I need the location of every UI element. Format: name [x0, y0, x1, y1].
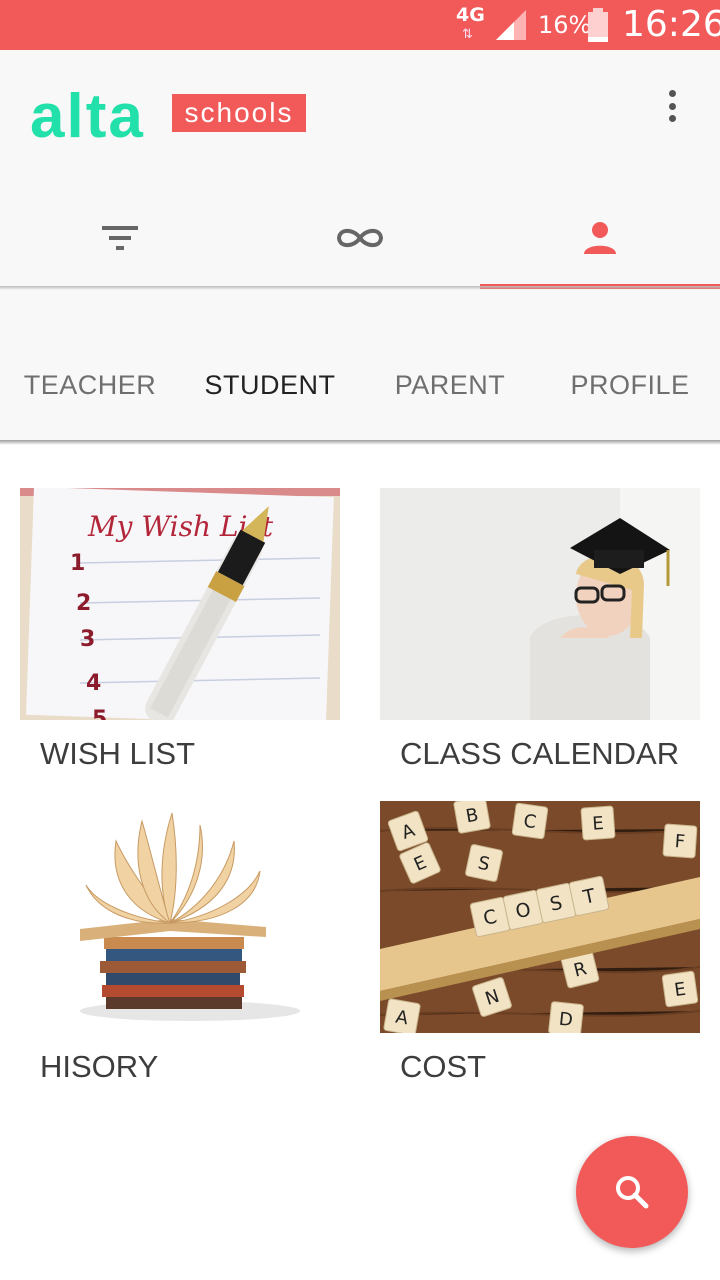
- search-icon: [616, 1176, 649, 1209]
- overflow-menu-button[interactable]: [656, 86, 688, 126]
- status-bar: 4G ⇅ 16% 16:26: [0, 0, 720, 50]
- card-history[interactable]: HISORY: [20, 801, 340, 1085]
- signal-icon: [496, 10, 526, 40]
- scrabble-tile: T: [568, 875, 610, 917]
- scrabble-tile: F: [662, 823, 698, 859]
- card-label: HISORY: [40, 1049, 159, 1084]
- svg-text:1: 1: [70, 551, 85, 576]
- tab-profile[interactable]: PROFILE: [540, 370, 720, 401]
- more-vert-icon: [668, 90, 676, 97]
- svg-text:5: 5: [92, 707, 107, 720]
- card-label: CLASS CALENDAR: [400, 736, 680, 771]
- scrabble-tile: E: [661, 970, 699, 1008]
- svg-text:2: 2: [76, 591, 91, 616]
- svg-text:E: E: [592, 813, 605, 835]
- data-arrows-icon: ⇅: [462, 26, 473, 41]
- battery-icon: [588, 8, 608, 42]
- logo-wordmark: alta: [30, 82, 145, 151]
- svg-text:4: 4: [86, 671, 101, 696]
- svg-text:F: F: [674, 831, 686, 853]
- network-type: 4G: [456, 4, 485, 26]
- wish-list-image: My Wish List 1 2 3 4 5: [20, 488, 340, 720]
- tab-parent[interactable]: PARENT: [360, 370, 540, 401]
- scrabble-tile: B: [453, 801, 491, 834]
- tab-infinity[interactable]: [240, 190, 480, 286]
- svg-text:D: D: [558, 1009, 574, 1031]
- tab-filter[interactable]: [0, 190, 240, 286]
- scrabble-tile: A: [383, 998, 421, 1033]
- infinity-icon: [336, 228, 384, 248]
- clock: 16:26: [622, 4, 720, 45]
- tab-teacher[interactable]: TEACHER: [0, 370, 180, 401]
- graduate-student-image: [380, 488, 700, 720]
- battery-percent: 16%: [538, 11, 592, 39]
- scrabble-tile: S: [465, 844, 503, 882]
- card-label: COST: [400, 1049, 487, 1084]
- scrabble-tile: D: [548, 1001, 584, 1033]
- tab-student[interactable]: STUDENT: [180, 370, 360, 401]
- category-tab-bar: TEACHER STUDENT PARENT PROFILE: [0, 290, 720, 442]
- card-cost[interactable]: ABCESERNADFE COST COST: [380, 801, 700, 1085]
- svg-text:3: 3: [80, 627, 95, 652]
- open-book-image: [20, 801, 340, 1033]
- card-wish-list[interactable]: My Wish List 1 2 3 4 5 WISH LIST: [20, 488, 340, 772]
- scrabble-tile: C: [511, 802, 549, 840]
- logo-suffix: schools: [172, 94, 306, 132]
- icon-tab-bar: [0, 190, 720, 286]
- app-logo: alta schools: [30, 78, 310, 158]
- card-class-calendar[interactable]: CLASS CALENDAR: [380, 488, 700, 772]
- scrabble-tile: E: [580, 805, 616, 841]
- scrabble-cost-image: ABCESERNADFE COST: [380, 801, 700, 1033]
- search-fab[interactable]: [576, 1136, 688, 1248]
- card-label: WISH LIST: [40, 736, 196, 771]
- person-icon: [584, 222, 616, 254]
- tab-person[interactable]: [480, 190, 720, 286]
- filter-icon: [102, 226, 138, 250]
